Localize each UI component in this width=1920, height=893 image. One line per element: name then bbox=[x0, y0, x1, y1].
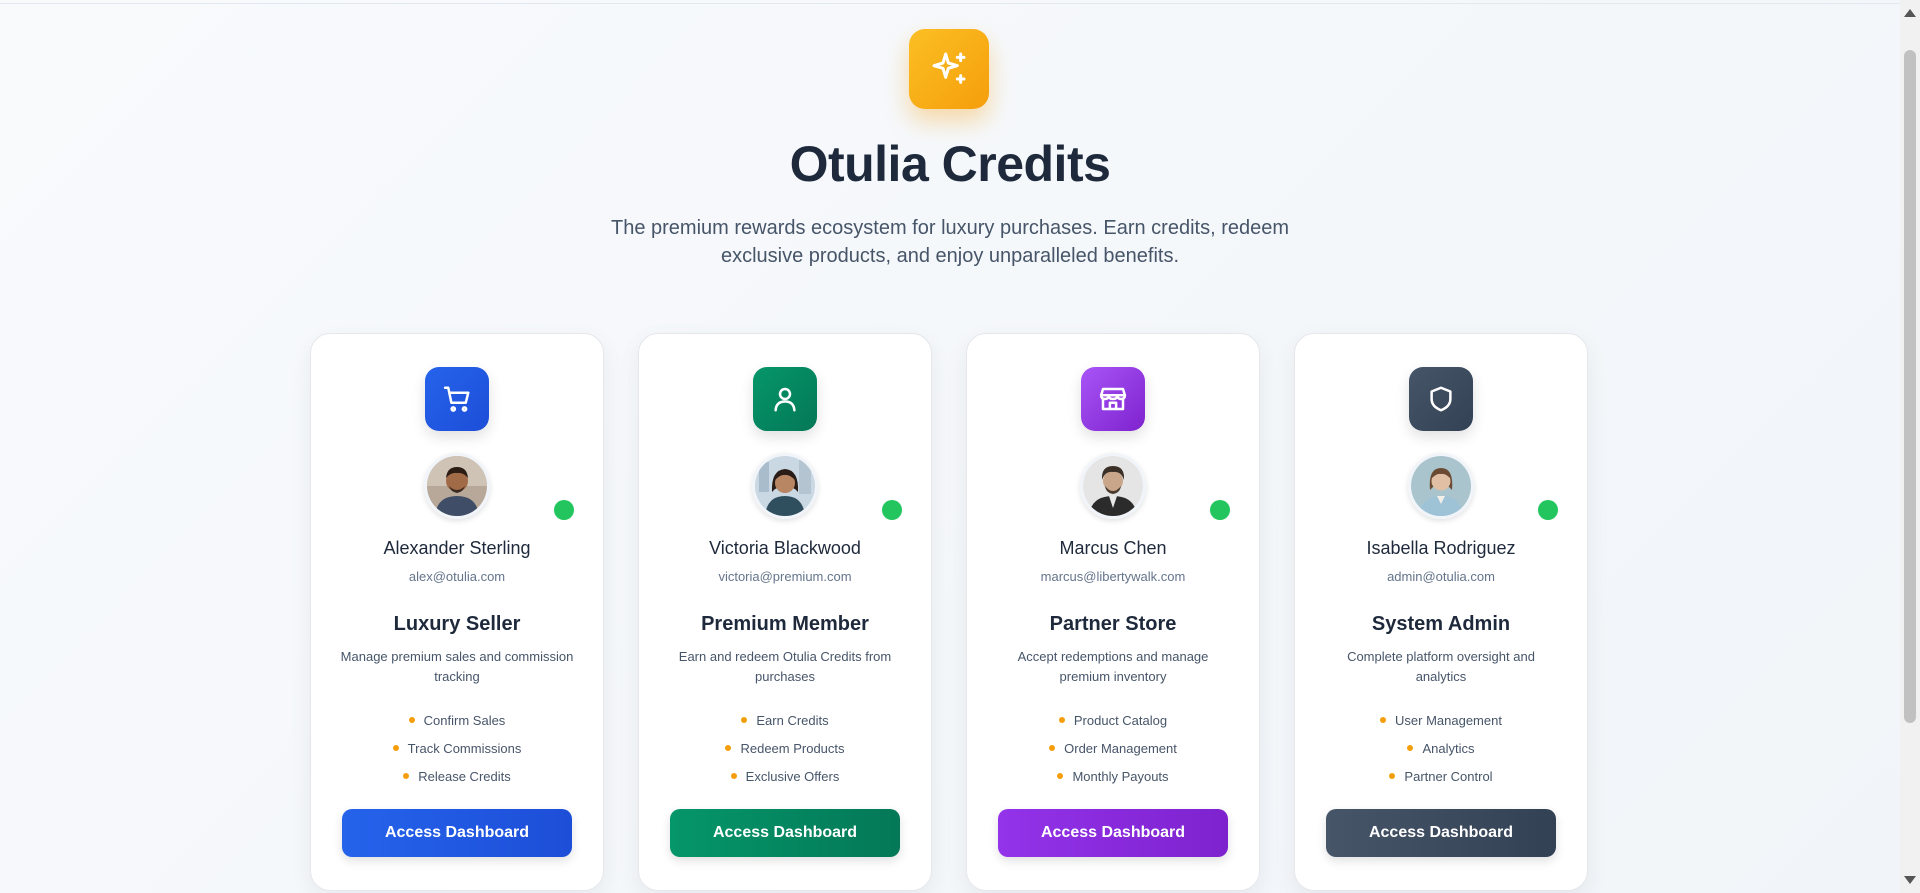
avatar-photo bbox=[427, 456, 487, 516]
user-email: admin@otulia.com bbox=[1387, 569, 1495, 584]
sparkles-icon bbox=[932, 52, 966, 84]
access-dashboard-button[interactable]: Access Dashboard bbox=[670, 809, 900, 857]
bullet-icon bbox=[1389, 772, 1396, 779]
role-cards: Alexander Sterling alex@otulia.com Luxur… bbox=[310, 333, 1590, 893]
avatar-photo bbox=[1411, 456, 1471, 516]
role-description: Earn and redeem Otulia Credits from purc… bbox=[678, 649, 892, 684]
bullet-icon bbox=[741, 716, 748, 723]
vertical-scrollbar[interactable] bbox=[1900, 0, 1920, 893]
online-status-dot bbox=[554, 500, 574, 520]
user-email: victoria@premium.com bbox=[718, 569, 852, 584]
feature-item: Track Commissions bbox=[311, 735, 603, 763]
role-title: Partner Store bbox=[1049, 613, 1177, 635]
online-status-dot bbox=[1210, 500, 1230, 520]
feature-item: Order Management bbox=[967, 735, 1259, 763]
online-status-dot bbox=[882, 500, 902, 520]
bullet-icon bbox=[408, 716, 415, 723]
feature-item: User Management bbox=[1295, 707, 1587, 735]
online-status-dot bbox=[1538, 500, 1558, 520]
role-title: System Admin bbox=[1371, 613, 1511, 635]
feature-item: Analytics bbox=[1295, 735, 1587, 763]
user-email: alex@otulia.com bbox=[408, 569, 506, 584]
feature-item: Release Credits bbox=[311, 763, 603, 791]
role-icon-box bbox=[1081, 367, 1145, 431]
bullet-icon bbox=[1049, 744, 1056, 751]
feature-item: Monthly Payouts bbox=[967, 763, 1259, 791]
store-icon bbox=[1099, 387, 1127, 411]
bullet-icon bbox=[725, 744, 732, 751]
avatar bbox=[424, 453, 490, 519]
scrollbar-thumb[interactable] bbox=[1904, 50, 1916, 723]
user-name: Victoria Blackwood bbox=[709, 538, 861, 558]
role-icon-box bbox=[753, 367, 817, 431]
scroll-up-arrow-icon[interactable] bbox=[1904, 9, 1916, 17]
role-card-system-admin: Isabella Rodriguez admin@otulia.com Syst… bbox=[1294, 333, 1588, 891]
role-description: Manage premium sales and commission trac… bbox=[340, 649, 574, 684]
user-email: marcus@libertywalk.com bbox=[1040, 569, 1186, 584]
user-name: Alexander Sterling bbox=[383, 538, 531, 558]
role-description: Accept redemptions and manage premium in… bbox=[1017, 649, 1209, 684]
feature-item: Partner Control bbox=[1295, 763, 1587, 791]
bullet-icon bbox=[1407, 744, 1414, 751]
bullet-icon bbox=[403, 772, 410, 779]
avatar-photo bbox=[755, 456, 815, 516]
feature-item: Exclusive Offers bbox=[639, 763, 931, 791]
role-icon-box bbox=[425, 367, 489, 431]
role-card-partner-store: Marcus Chen marcus@libertywalk.com Partn… bbox=[966, 333, 1260, 891]
feature-item: Redeem Products bbox=[639, 735, 931, 763]
user-icon bbox=[774, 387, 796, 412]
bullet-icon bbox=[1057, 772, 1064, 779]
avatar bbox=[752, 453, 818, 519]
user-name: Isabella Rodriguez bbox=[1366, 538, 1516, 558]
page: Otulia Credits The premium rewards ecosy… bbox=[0, 0, 1920, 893]
access-dashboard-button[interactable]: Access Dashboard bbox=[342, 809, 572, 857]
page-subtitle: The premium rewards ecosystem for luxury… bbox=[610, 217, 1290, 267]
role-card-premium-member: Victoria Blackwood victoria@premium.com … bbox=[638, 333, 932, 891]
bullet-icon bbox=[392, 744, 399, 751]
avatar bbox=[1408, 453, 1474, 519]
brand-logo bbox=[909, 29, 989, 109]
feature-list: User Management Analytics Partner Contro… bbox=[1295, 707, 1587, 791]
access-dashboard-button[interactable]: Access Dashboard bbox=[998, 809, 1228, 857]
avatar bbox=[1080, 453, 1146, 519]
role-icon-box bbox=[1409, 367, 1473, 431]
access-dashboard-button[interactable]: Access Dashboard bbox=[1326, 809, 1556, 857]
feature-item: Product Catalog bbox=[967, 707, 1259, 735]
shopping-cart-icon bbox=[443, 386, 470, 412]
feature-list: Product Catalog Order Management Monthly… bbox=[967, 707, 1259, 791]
feature-list: Confirm Sales Track Commissions Release … bbox=[311, 707, 603, 791]
page-title: Otulia Credits bbox=[789, 136, 1111, 192]
role-description: Complete platform oversight and analytic… bbox=[1347, 649, 1535, 684]
feature-list: Earn Credits Redeem Products Exclusive O… bbox=[639, 707, 931, 791]
role-title: Luxury Seller bbox=[393, 613, 521, 635]
role-card-luxury-seller: Alexander Sterling alex@otulia.com Luxur… bbox=[310, 333, 604, 891]
role-title: Premium Member bbox=[701, 613, 869, 635]
shield-icon bbox=[1430, 386, 1452, 412]
bullet-icon bbox=[1058, 716, 1065, 723]
bullet-icon bbox=[1380, 716, 1387, 723]
feature-item: Earn Credits bbox=[639, 707, 931, 735]
avatar-photo bbox=[1083, 456, 1143, 516]
bullet-icon bbox=[730, 772, 737, 779]
user-name: Marcus Chen bbox=[1059, 538, 1167, 558]
feature-item: Confirm Sales bbox=[311, 707, 603, 735]
scroll-down-arrow-icon[interactable] bbox=[1904, 876, 1916, 884]
top-divider bbox=[0, 0, 1900, 4]
